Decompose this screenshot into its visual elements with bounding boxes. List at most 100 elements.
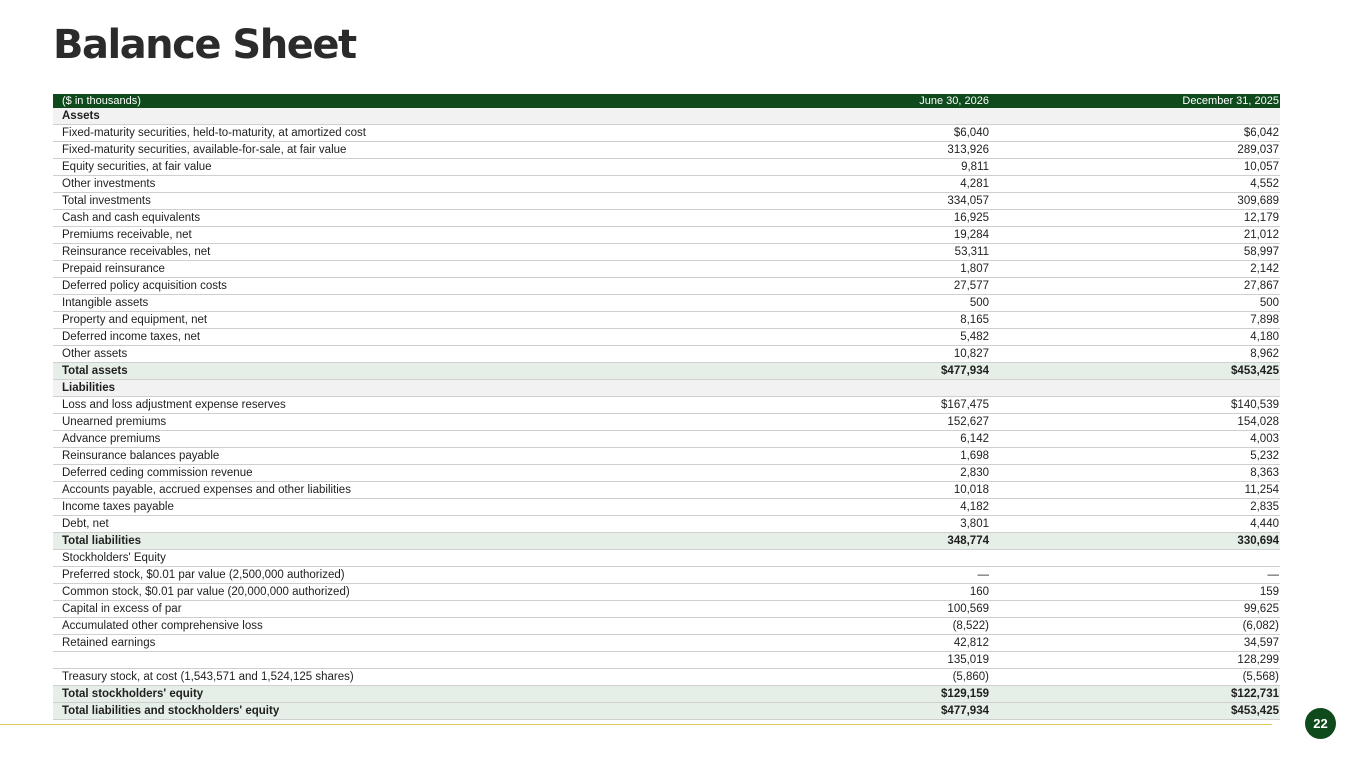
- row-label: Deferred ceding commission revenue: [53, 464, 690, 482]
- value-june-2026: 42,812: [690, 634, 990, 652]
- value-dec-2025: 309,689: [990, 192, 1280, 210]
- value-june-2026: 160: [690, 583, 990, 601]
- table-row: Property and equipment, net 8,165 7,898: [53, 311, 1280, 329]
- value-dec-2025: [990, 379, 1280, 397]
- value-dec-2025: 10,057: [990, 158, 1280, 176]
- table-row: Deferred income taxes, net 5,482 4,180: [53, 328, 1280, 346]
- row-label: Fixed-maturity securities, available-for…: [53, 141, 690, 159]
- value-dec-2025: 34,597: [990, 634, 1280, 652]
- row-label: Deferred income taxes, net: [53, 328, 690, 346]
- table-row: Reinsurance receivables, net 53,311 58,997: [53, 243, 1280, 261]
- header-col-dec-2025: December 31, 2025: [990, 94, 1280, 108]
- value-june-2026: 8,165: [690, 311, 990, 329]
- value-dec-2025: 4,180: [990, 328, 1280, 346]
- value-dec-2025: 128,299: [990, 651, 1280, 669]
- row-label: Property and equipment, net: [53, 311, 690, 329]
- value-dec-2025: 27,867: [990, 277, 1280, 295]
- value-june-2026: 4,281: [690, 175, 990, 193]
- value-june-2026: 10,827: [690, 345, 990, 363]
- value-dec-2025: 330,694: [990, 532, 1280, 550]
- value-dec-2025: 4,552: [990, 175, 1280, 193]
- value-dec-2025: 2,835: [990, 498, 1280, 516]
- total-row: Total assets $477,934 $453,425: [53, 362, 1280, 380]
- value-dec-2025: $453,425: [990, 362, 1280, 380]
- value-dec-2025: 58,997: [990, 243, 1280, 261]
- row-label: Treasury stock, at cost (1,543,571 and 1…: [53, 668, 690, 686]
- value-dec-2025: $453,425: [990, 702, 1280, 720]
- value-dec-2025: (5,568): [990, 668, 1280, 686]
- value-june-2026: $167,475: [690, 396, 990, 414]
- header-row: ($ in thousands) June 30, 2026 December …: [53, 94, 1280, 108]
- value-june-2026: $477,934: [690, 362, 990, 380]
- row-label: Income taxes payable: [53, 498, 690, 516]
- value-dec-2025: 11,254: [990, 481, 1280, 499]
- row-label: Accounts payable, accrued expenses and o…: [53, 481, 690, 499]
- table-row: Cash and cash equivalents 16,925 12,179: [53, 209, 1280, 227]
- row-label: Unearned premiums: [53, 413, 690, 431]
- row-label: Preferred stock, $0.01 par value (2,500,…: [53, 566, 690, 584]
- row-label: Stockholders' Equity: [53, 549, 690, 567]
- table-row: Other assets 10,827 8,962: [53, 345, 1280, 363]
- value-june-2026: 1,807: [690, 260, 990, 278]
- row-label: Reinsurance receivables, net: [53, 243, 690, 261]
- table-row: 135,019 128,299: [53, 651, 1280, 669]
- value-june-2026: 9,811: [690, 158, 990, 176]
- row-label: Common stock, $0.01 par value (20,000,00…: [53, 583, 690, 601]
- value-dec-2025: 289,037: [990, 141, 1280, 159]
- value-dec-2025: 500: [990, 294, 1280, 312]
- table-row: Fixed-maturity securities, held-to-matur…: [53, 124, 1280, 142]
- table-row: Accounts payable, accrued expenses and o…: [53, 481, 1280, 499]
- value-dec-2025: [990, 549, 1280, 567]
- value-dec-2025: 99,625: [990, 600, 1280, 618]
- section-row: Assets: [53, 108, 1280, 125]
- value-june-2026: 5,482: [690, 328, 990, 346]
- value-june-2026: (5,860): [690, 668, 990, 686]
- value-june-2026: [690, 549, 990, 567]
- row-label: Other assets: [53, 345, 690, 363]
- table-header: ($ in thousands) June 30, 2026 December …: [53, 94, 1280, 108]
- table-row: Deferred ceding commission revenue 2,830 8…: [53, 464, 1280, 482]
- table-row: Advance premiums 6,142 4,003: [53, 430, 1280, 448]
- row-label: Cash and cash equivalents: [53, 209, 690, 227]
- value-dec-2025: 7,898: [990, 311, 1280, 329]
- section-row: Stockholders' Equity: [53, 549, 1280, 567]
- total-row: Total liabilities and stockholders' equi…: [53, 702, 1280, 720]
- table-row: Unearned premiums 152,627 154,028: [53, 413, 1280, 431]
- row-label: Other investments: [53, 175, 690, 193]
- value-june-2026: 10,018: [690, 481, 990, 499]
- table-row: Debt, net 3,801 4,440: [53, 515, 1280, 533]
- value-june-2026: 6,142: [690, 430, 990, 448]
- value-dec-2025: [990, 108, 1280, 125]
- value-june-2026: 2,830: [690, 464, 990, 482]
- table-row: Fixed-maturity securities, available-for…: [53, 141, 1280, 159]
- row-label: Liabilities: [53, 379, 690, 397]
- table-row: Income taxes payable 4,182 2,835: [53, 498, 1280, 516]
- value-june-2026: [690, 108, 990, 125]
- total-row: Total liabilities 348,774 330,694: [53, 532, 1280, 550]
- value-dec-2025: 4,003: [990, 430, 1280, 448]
- row-label: Total liabilities: [53, 532, 690, 550]
- value-june-2026: 19,284: [690, 226, 990, 244]
- row-label: Debt, net: [53, 515, 690, 533]
- value-june-2026: [690, 379, 990, 397]
- value-dec-2025: $6,042: [990, 124, 1280, 142]
- table-row: Total investments 334,057 309,689: [53, 192, 1280, 210]
- row-label: Fixed-maturity securities, held-to-matur…: [53, 124, 690, 142]
- header-units-label: ($ in thousands): [53, 94, 690, 108]
- table-row: Prepaid reinsurance 1,807 2,142: [53, 260, 1280, 278]
- table-row: Intangible assets 500 500: [53, 294, 1280, 312]
- table-row: Retained earnings 42,812 34,597: [53, 634, 1280, 652]
- value-dec-2025: 4,440: [990, 515, 1280, 533]
- value-june-2026: 100,569: [690, 600, 990, 618]
- value-june-2026: $477,934: [690, 702, 990, 720]
- value-june-2026: 1,698: [690, 447, 990, 465]
- value-june-2026: 27,577: [690, 277, 990, 295]
- value-june-2026: 53,311: [690, 243, 990, 261]
- row-label: Loss and loss adjustment expense reserve…: [53, 396, 690, 414]
- row-label: Assets: [53, 108, 690, 125]
- row-label: Premiums receivable, net: [53, 226, 690, 244]
- value-june-2026: $6,040: [690, 124, 990, 142]
- value-dec-2025: $140,539: [990, 396, 1280, 414]
- table-row: Deferred policy acquisition costs 27,577 2…: [53, 277, 1280, 295]
- table-row: Accumulated other comprehensive loss (8,5…: [53, 617, 1280, 635]
